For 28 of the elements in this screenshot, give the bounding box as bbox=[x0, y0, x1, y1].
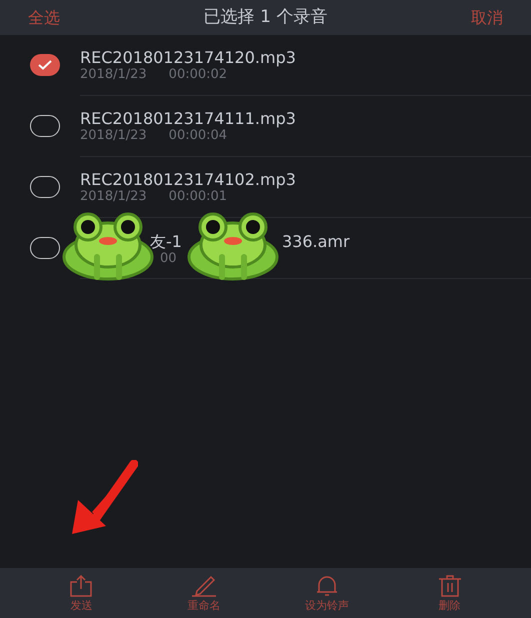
checkbox[interactable] bbox=[30, 237, 60, 259]
toolbar-button[interactable]: 设为铃声 bbox=[282, 574, 372, 612]
select-all-button[interactable]: 全选 bbox=[28, 6, 60, 30]
checkbox[interactable] bbox=[30, 176, 60, 198]
trash-icon bbox=[438, 574, 462, 596]
cancel-button[interactable]: 取消 bbox=[471, 6, 503, 30]
check-icon bbox=[38, 60, 52, 70]
checkbox[interactable] bbox=[30, 54, 60, 76]
toolbar-button[interactable]: 发送 bbox=[36, 574, 126, 612]
file-name: REC20180123174111.mp3 bbox=[80, 109, 296, 128]
file-date: 2018/1/23 bbox=[80, 128, 147, 143]
file-date: 2018/1/23 bbox=[80, 67, 147, 82]
toolbar-button[interactable]: 重命名 bbox=[159, 574, 250, 612]
pencil-icon bbox=[191, 574, 218, 596]
file-duration: 00:00:02 bbox=[168, 67, 228, 82]
checkbox[interactable] bbox=[30, 115, 60, 137]
file-date: 2018/1/23 bbox=[80, 189, 147, 204]
toolbar-button[interactable]: 删除 bbox=[404, 574, 495, 612]
share-icon bbox=[69, 574, 94, 596]
header-title: 已选择 1 个录音 bbox=[204, 6, 328, 29]
file-duration: 00 bbox=[160, 251, 177, 266]
file-name: REC20180123174120.mp3 bbox=[80, 48, 296, 67]
file-name: REC20180123174102.mp3 bbox=[80, 170, 296, 189]
file-name: 友-1 bbox=[150, 232, 182, 251]
file-duration: 00:00:01 bbox=[168, 189, 228, 204]
file-duration: 00:00:04 bbox=[168, 128, 228, 143]
file-name: 336.amr bbox=[282, 232, 350, 251]
bell-icon bbox=[314, 574, 339, 596]
